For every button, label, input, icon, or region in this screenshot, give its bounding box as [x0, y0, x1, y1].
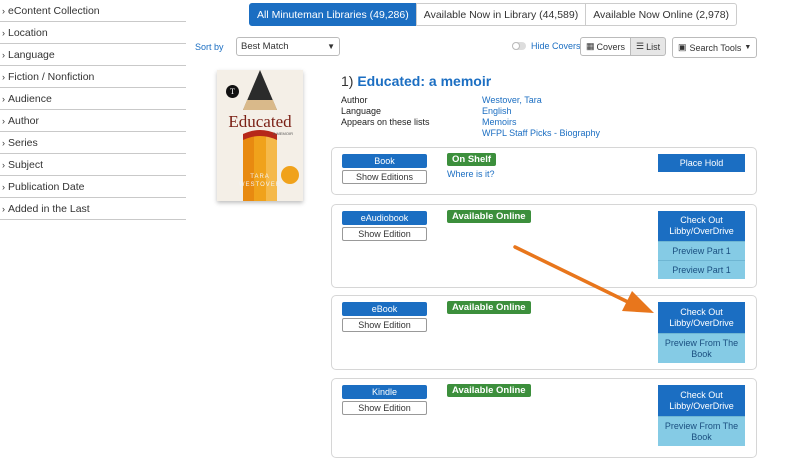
- sort-select[interactable]: Best Match ▼: [236, 37, 340, 56]
- chevron-right-icon: ›: [2, 49, 5, 60]
- tab-available-in-library[interactable]: Available Now in Library (44,589): [415, 3, 587, 26]
- grid-icon: ▦: [586, 41, 595, 51]
- covers-view-button[interactable]: ▦ Covers: [580, 37, 632, 56]
- status-badge: On Shelf: [447, 153, 497, 166]
- hide-covers-toggle[interactable]: [512, 42, 526, 50]
- format-panel-eaudiobook: eAudiobook Show Edition Available Online…: [331, 204, 757, 288]
- show-edition-button[interactable]: Show Edition: [342, 227, 427, 241]
- facet-author[interactable]: › Author: [0, 110, 186, 132]
- briefcase-icon: ▣: [678, 42, 687, 52]
- checkout-libby-button[interactable]: Check Out Libby/OverDrive: [658, 302, 745, 333]
- facet-fiction-nonfiction[interactable]: › Fiction / Nonfiction: [0, 66, 186, 88]
- result-heading: 1) Educated: a memoir: [341, 73, 491, 89]
- facet-audience[interactable]: › Audience: [0, 88, 186, 110]
- list-icon: ☰: [636, 41, 645, 51]
- result-number: 1): [341, 73, 354, 89]
- sort-label: Sort by: [195, 42, 224, 52]
- hide-covers-label[interactable]: Hide Covers: [531, 41, 581, 51]
- caret-down-icon: ▼: [744, 44, 752, 51]
- chevron-right-icon: ›: [2, 159, 5, 170]
- chevron-right-icon: ›: [2, 5, 5, 16]
- nyt-logo: T: [226, 85, 239, 98]
- chevron-right-icon: ›: [2, 137, 5, 148]
- format-button-kindle[interactable]: Kindle: [342, 385, 427, 399]
- chevron-right-icon: ›: [2, 71, 5, 82]
- chevron-right-icon: ›: [2, 27, 5, 38]
- format-panel-book: Book Show Editions On Shelf Where is it?…: [331, 147, 757, 195]
- preview-from-book-button[interactable]: Preview From The Book: [658, 416, 745, 446]
- format-panel-kindle: Kindle Show Edition Available Online Che…: [331, 378, 757, 458]
- preview-from-book-button[interactable]: Preview From The Book: [658, 333, 745, 363]
- meta-list-staff-picks[interactable]: WFPL Staff Picks - Biography: [482, 128, 600, 138]
- show-editions-button[interactable]: Show Editions: [342, 170, 427, 184]
- facet-econtent-collection[interactable]: › eContent Collection: [0, 0, 186, 22]
- meta-language-link[interactable]: English: [482, 106, 512, 116]
- book-cover[interactable]: T Educated A MEMOIR TARA WESTOVER: [217, 70, 303, 201]
- facet-sidebar: › eContent Collection › Location › Language…: [0, 0, 186, 220]
- meta-label-language: Language: [341, 106, 382, 116]
- sort-select-value: Best Match: [241, 41, 289, 52]
- facet-added-in-the-last[interactable]: › Added in the Last: [0, 198, 186, 220]
- meta-label-author: Author: [341, 95, 368, 105]
- result-title-link[interactable]: Educated: a memoir: [357, 73, 491, 89]
- status-badge: Available Online: [447, 301, 531, 314]
- where-is-it-link[interactable]: Where is it?: [447, 169, 495, 179]
- cover-author-first: TARA: [250, 174, 270, 180]
- show-edition-button[interactable]: Show Edition: [342, 318, 427, 332]
- view-toggle-group: ▦ Covers ☰ List: [580, 37, 667, 56]
- caret-down-icon: ▼: [327, 42, 335, 51]
- preview-button[interactable]: Preview Part 1: [658, 241, 745, 260]
- facet-language[interactable]: › Language: [0, 44, 186, 66]
- meta-author-link[interactable]: Westover, Tara: [482, 95, 542, 105]
- cover-author-last: WESTOVER: [238, 182, 282, 188]
- cover-title: Educated: [228, 112, 292, 131]
- format-panel-ebook: eBook Show Edition Available Online Chec…: [331, 295, 757, 370]
- meta-label-lists: Appears on these lists: [341, 117, 430, 127]
- meta-list-memoirs[interactable]: Memoirs: [482, 117, 517, 127]
- format-button-eaudiobook[interactable]: eAudiobook: [342, 211, 427, 225]
- facet-series[interactable]: › Series: [0, 132, 186, 154]
- preview-button[interactable]: Preview Part 1: [658, 260, 745, 279]
- chevron-right-icon: ›: [2, 181, 5, 192]
- facet-publication-date[interactable]: › Publication Date: [0, 176, 186, 198]
- search-tools-button[interactable]: ▣ Search Tools ▼: [672, 37, 758, 58]
- checkout-libby-button[interactable]: Check Out Libby/OverDrive: [658, 211, 745, 241]
- cover-subtitle: A MEMOIR: [273, 131, 294, 136]
- availability-tabs: All Minuteman Libraries (49,286) Availab…: [249, 3, 738, 26]
- chevron-right-icon: ›: [2, 115, 5, 126]
- status-badge: Available Online: [447, 210, 531, 223]
- checkout-libby-button[interactable]: Check Out Libby/OverDrive: [658, 385, 745, 416]
- format-button-ebook[interactable]: eBook: [342, 302, 427, 316]
- tab-available-online[interactable]: Available Now Online (2,978): [585, 3, 738, 26]
- status-badge: Available Online: [447, 384, 531, 397]
- tab-all-libraries[interactable]: All Minuteman Libraries (49,286): [249, 3, 417, 26]
- chevron-right-icon: ›: [2, 203, 5, 214]
- chevron-right-icon: ›: [2, 93, 5, 104]
- show-edition-button[interactable]: Show Edition: [342, 401, 427, 415]
- place-hold-button[interactable]: Place Hold: [658, 154, 745, 172]
- facet-location[interactable]: › Location: [0, 22, 186, 44]
- facet-subject[interactable]: › Subject: [0, 154, 186, 176]
- list-view-button[interactable]: ☰ List: [631, 37, 667, 56]
- format-button-book[interactable]: Book: [342, 154, 427, 168]
